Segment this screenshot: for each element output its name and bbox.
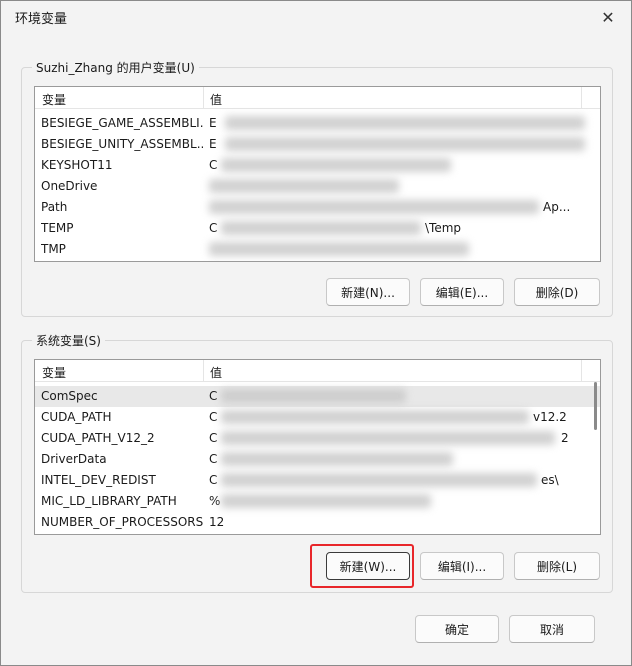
vertical-scrollbar[interactable] xyxy=(594,382,598,532)
table-row[interactable]: CUDA_PATH C v12.2 xyxy=(35,407,600,428)
environment-variables-dialog: 环境变量 ✕ Suzhi_Zhang 的用户变量(U) 变量 值 BESIEGE… xyxy=(0,0,632,666)
variable-name: TMP xyxy=(41,242,66,256)
variable-value-suffix: v12.2 xyxy=(533,410,567,424)
table-row[interactable]: TMP xyxy=(35,239,600,260)
variable-value: C xyxy=(209,431,218,445)
close-icon: ✕ xyxy=(601,7,615,27)
column-header-name[interactable]: 变量 xyxy=(42,364,66,381)
column-divider[interactable] xyxy=(203,360,204,382)
variable-name: DriverData xyxy=(41,452,107,466)
redacted-value xyxy=(221,389,406,403)
variable-value: % xyxy=(209,494,221,508)
table-row[interactable]: BESIEGE_UNITY_ASSEMBL... E xyxy=(35,134,600,155)
table-row[interactable]: OneDrive xyxy=(35,176,600,197)
variable-name: BESIEGE_UNITY_ASSEMBL... xyxy=(41,137,203,151)
ok-button[interactable]: 确定 xyxy=(415,615,499,643)
table-row[interactable]: DriverData C xyxy=(35,449,600,470)
variable-value-suffix: 2 xyxy=(561,431,569,445)
column-divider[interactable] xyxy=(581,360,582,382)
table-row[interactable]: TEMP C \Temp xyxy=(35,218,600,239)
scrollbar-thumb[interactable] xyxy=(594,382,597,430)
user-variables-legend: Suzhi_Zhang 的用户变量(U) xyxy=(32,59,199,76)
table-row[interactable]: BESIEGE_GAME_ASSEMBLI... E xyxy=(35,113,600,134)
column-header-value[interactable]: 值 xyxy=(210,91,222,108)
variable-name: MIC_LD_LIBRARY_PATH xyxy=(41,494,177,508)
redacted-value xyxy=(221,494,431,508)
system-variables-list[interactable]: 变量 值 ComSpec C CUDA_PATH C v12.2 CUDA_PA… xyxy=(34,359,601,535)
user-new-button[interactable]: 新建(N)... xyxy=(326,278,410,306)
system-variables-legend: 系统变量(S) xyxy=(32,332,105,349)
variable-value: C xyxy=(209,221,218,235)
variable-value-suffix: Ap... xyxy=(543,200,571,214)
table-row[interactable]: Path Ap... xyxy=(35,197,600,218)
redacted-value xyxy=(209,179,399,193)
redacted-value xyxy=(209,200,539,214)
column-divider[interactable] xyxy=(581,87,582,109)
variable-value: 12 xyxy=(209,515,225,529)
table-row[interactable]: NUMBER_OF_PROCESSORS 12 xyxy=(35,512,600,533)
table-row[interactable]: KEYSHOT11 C xyxy=(35,155,600,176)
table-row[interactable]: CUDA_PATH_V12_2 C 2 xyxy=(35,428,600,449)
variable-name: KEYSHOT11 xyxy=(41,158,113,172)
system-new-button[interactable]: 新建(W)... xyxy=(326,552,410,580)
variable-value: C xyxy=(209,158,218,172)
redacted-value xyxy=(221,431,555,445)
variable-value: C xyxy=(209,410,218,424)
variable-value-suffix: es\ xyxy=(541,473,559,487)
variable-name: TEMP xyxy=(41,221,74,235)
redacted-value xyxy=(221,158,451,172)
variable-value: C xyxy=(209,389,218,403)
table-row-selected[interactable]: ComSpec C xyxy=(35,386,600,407)
variable-name: ComSpec xyxy=(41,389,98,403)
table-row[interactable]: MIC_LD_LIBRARY_PATH % xyxy=(35,491,600,512)
variable-name: CUDA_PATH xyxy=(41,410,112,424)
redacted-value xyxy=(225,116,585,130)
redacted-value xyxy=(221,410,529,424)
user-edit-button[interactable]: 编辑(E)... xyxy=(420,278,504,306)
variable-name: CUDA_PATH_V12_2 xyxy=(41,431,155,445)
user-variables-list[interactable]: 变量 值 BESIEGE_GAME_ASSEMBLI... E BESIEGE_… xyxy=(34,86,601,262)
table-row[interactable]: INTEL_DEV_REDIST C es\ xyxy=(35,470,600,491)
variable-name: NUMBER_OF_PROCESSORS xyxy=(41,515,203,529)
variable-name: INTEL_DEV_REDIST xyxy=(41,473,156,487)
variable-value: C xyxy=(209,452,218,466)
user-list-header: 变量 值 xyxy=(35,87,600,109)
variable-name: OneDrive xyxy=(41,179,98,193)
column-divider[interactable] xyxy=(203,87,204,109)
system-list-header: 变量 值 xyxy=(35,360,600,382)
variable-value: E xyxy=(209,116,217,130)
redacted-value xyxy=(225,137,585,151)
column-header-value[interactable]: 值 xyxy=(210,364,222,381)
redacted-value xyxy=(221,221,421,235)
title-bar: 环境变量 ✕ xyxy=(1,1,631,33)
variable-value: E xyxy=(209,137,217,151)
cancel-button[interactable]: 取消 xyxy=(509,615,595,643)
window-title: 环境变量 xyxy=(15,12,68,27)
column-header-name[interactable]: 变量 xyxy=(42,91,66,108)
system-edit-button[interactable]: 编辑(I)... xyxy=(420,552,504,580)
variable-value: C xyxy=(209,473,218,487)
close-button[interactable]: ✕ xyxy=(591,3,625,31)
variable-value-suffix: \Temp xyxy=(425,221,462,235)
redacted-value xyxy=(221,452,453,466)
system-delete-button[interactable]: 删除(L) xyxy=(514,552,600,580)
redacted-value xyxy=(209,242,469,256)
user-delete-button[interactable]: 删除(D) xyxy=(514,278,600,306)
variable-name: Path xyxy=(41,200,68,214)
variable-name: BESIEGE_GAME_ASSEMBLI... xyxy=(41,116,203,130)
redacted-value xyxy=(221,473,537,487)
